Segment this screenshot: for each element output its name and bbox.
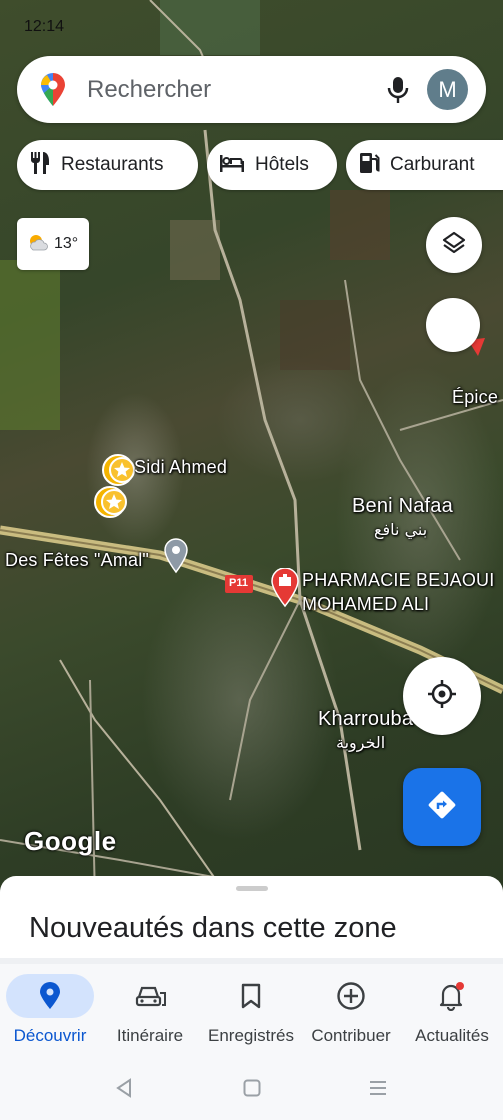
back-icon[interactable]	[115, 1078, 133, 1103]
map-label-sidi-ahmed[interactable]: Sidi Ahmed	[134, 457, 227, 478]
nav-itineraire[interactable]: Itinéraire	[100, 964, 200, 1056]
bell-icon	[408, 974, 496, 1018]
chip-carburant-label: Carburant	[390, 154, 475, 175]
road-shield-p11: P11	[229, 577, 248, 589]
my-location-button[interactable]	[403, 657, 481, 735]
weather-widget[interactable]: 13°	[17, 218, 89, 270]
layers-button[interactable]	[426, 217, 482, 273]
satellite-map[interactable]: Sidi Ahmed Beni Nafaa بني نافع Des Fêtes…	[0, 0, 503, 900]
fuel-pump-icon	[358, 151, 380, 180]
nav-actualites-label: Actualités	[415, 1026, 489, 1045]
nav-enregistres-label: Enregistrés	[208, 1026, 294, 1045]
directions-arrow-icon	[427, 790, 457, 825]
home-icon[interactable]	[243, 1079, 261, 1102]
bottom-sheet[interactable]: Nouveautés dans cette zone	[0, 876, 503, 962]
nav-contribuer-label: Contribuer	[311, 1026, 391, 1045]
bottom-navigation: Découvrir Itinéraire Enregistrés Contrib…	[0, 964, 503, 1056]
chip-restaurants-label: Restaurants	[61, 154, 164, 175]
status-bar: 12:14	[0, 0, 503, 52]
map-label-beni-nafaa[interactable]: Beni Nafaa	[352, 495, 453, 518]
nav-decouvrir-label: Découvrir	[13, 1026, 87, 1045]
add-circle-icon	[307, 974, 395, 1018]
chip-hotels[interactable]: Hôtels	[207, 140, 337, 190]
map-label-kharrouba[interactable]: Kharrouba	[318, 708, 413, 731]
car-icon	[106, 974, 194, 1018]
map-label-kharrouba-arabic: الخروبة	[336, 733, 386, 752]
map-label-beni-nafaa-arabic: بني نافع	[374, 520, 428, 539]
compass-button[interactable]	[426, 298, 480, 352]
map-roads	[0, 0, 503, 900]
search-bar[interactable]: Rechercher M	[17, 56, 486, 123]
bed-icon	[219, 153, 245, 178]
google-logo: Google	[24, 826, 117, 856]
system-navigation-bar	[0, 1056, 503, 1120]
directions-button[interactable]	[403, 768, 481, 846]
weather-temperature: 13°	[54, 235, 79, 252]
chip-hotels-label: Hôtels	[255, 154, 309, 175]
nav-itineraire-label: Itinéraire	[116, 1026, 184, 1045]
nav-enregistres[interactable]: Enregistrés	[201, 964, 301, 1056]
google-maps-logo-icon	[39, 73, 67, 112]
bookmark-icon	[207, 974, 295, 1018]
map-label-pharmacie-line1[interactable]: PHARMACIE BEJAOUI	[302, 570, 494, 591]
layers-icon	[441, 230, 467, 261]
microphone-icon[interactable]	[385, 76, 411, 109]
recents-menu-icon[interactable]	[368, 1080, 388, 1101]
chip-restaurants[interactable]: Restaurants	[17, 140, 198, 190]
partly-cloudy-icon	[27, 232, 49, 257]
status-time: 12:14	[24, 18, 65, 35]
nav-contribuer[interactable]: Contribuer	[301, 964, 401, 1056]
map-label-pharmacie-line2[interactable]: MOHAMED ALI	[302, 594, 429, 615]
crosshair-location-icon	[426, 678, 458, 715]
map-label-des-fetes[interactable]: Des Fêtes "Amal"	[5, 550, 149, 571]
chip-carburant[interactable]: Carburant	[346, 140, 503, 190]
account-avatar[interactable]: M	[427, 69, 468, 110]
sheet-title: Nouveautés dans cette zone	[29, 912, 397, 944]
sheet-drag-handle[interactable]	[236, 886, 268, 891]
map-label-epice[interactable]: Épice	[452, 387, 498, 408]
location-pin-icon	[6, 974, 94, 1018]
fork-knife-icon	[29, 151, 51, 180]
nav-decouvrir[interactable]: Découvrir	[0, 964, 100, 1056]
nav-actualites[interactable]: Actualités	[402, 964, 502, 1056]
search-input[interactable]: Rechercher	[87, 76, 211, 104]
